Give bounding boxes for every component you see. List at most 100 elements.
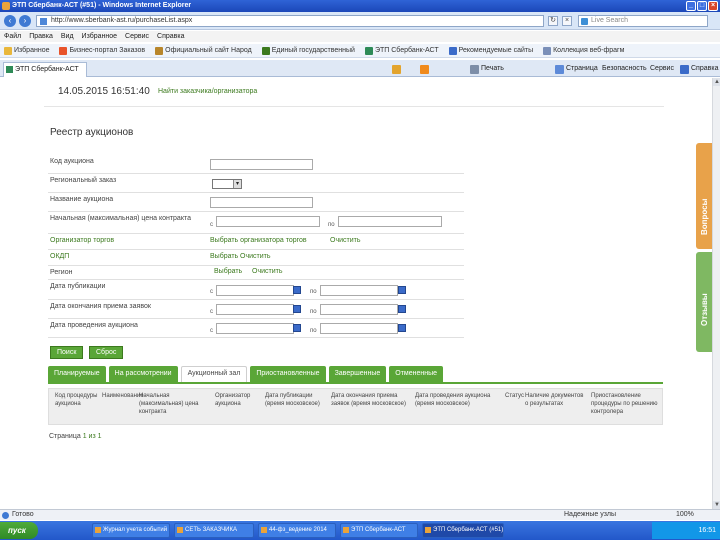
browser-tab[interactable]: ЭТП Сбербанк-АСТ (#51) bbox=[3, 62, 87, 86]
calendar-icon[interactable] bbox=[293, 305, 301, 313]
start-button[interactable]: пуск bbox=[0, 522, 38, 539]
close-button[interactable]: × bbox=[708, 1, 718, 11]
column-header[interactable]: Дата проведения аукциона (время московск… bbox=[415, 392, 503, 408]
stop-icon[interactable]: × bbox=[562, 16, 572, 26]
column-header[interactable]: Приостановление процедуры по решению кон… bbox=[591, 392, 661, 416]
auction-date-from-input[interactable] bbox=[216, 323, 294, 334]
menu-file[interactable]: Файл bbox=[4, 31, 21, 42]
end-date-from-input[interactable] bbox=[216, 304, 294, 315]
auction-date-to-input[interactable] bbox=[320, 323, 398, 334]
rss-button[interactable] bbox=[420, 63, 429, 75]
calendar-icon[interactable] bbox=[398, 286, 406, 294]
taskbar-item-active[interactable]: ЭТП Сбербанк-АСТ (#51) bbox=[422, 523, 504, 538]
pub-date-to-input[interactable] bbox=[320, 285, 398, 296]
calendar-icon[interactable] bbox=[293, 324, 301, 332]
menu-bar: Файл Правка Вид Избранное Сервис Справка bbox=[0, 31, 720, 42]
filter-label: Начальная (максимальная) цена контракта bbox=[50, 215, 191, 222]
tab-auction-hall[interactable]: Аукционный зал bbox=[180, 366, 248, 382]
tab-cancelled[interactable]: Отмененные bbox=[389, 366, 444, 382]
pager-current[interactable]: 1 bbox=[83, 433, 87, 440]
select-organizer-link[interactable]: Выбрать организатора торгов bbox=[210, 237, 307, 244]
calendar-icon[interactable] bbox=[398, 324, 406, 332]
taskbar-item[interactable]: СЕТЬ ЗАКАЗЧИКА bbox=[174, 523, 254, 538]
system-tray: 16:51 bbox=[652, 522, 720, 539]
search-button[interactable]: Поиск bbox=[50, 346, 84, 359]
column-header[interactable]: Статус bbox=[505, 392, 524, 400]
menu-edit[interactable]: Правка bbox=[29, 31, 53, 42]
status-bar: Готово Надежные узлы 100% bbox=[0, 509, 720, 520]
pager-label: Страница bbox=[49, 433, 81, 440]
tab-review[interactable]: На рассмотрении bbox=[108, 366, 178, 382]
clear-organizer-link[interactable]: Очистить bbox=[330, 237, 360, 244]
calendar-icon[interactable] bbox=[398, 305, 406, 313]
menu-view[interactable]: Вид bbox=[61, 31, 74, 42]
scroll-down-icon[interactable]: ▼ bbox=[713, 501, 720, 509]
pub-date-from-input[interactable] bbox=[216, 285, 294, 296]
region-select[interactable]: ▾ bbox=[212, 179, 242, 189]
end-date-to-input[interactable] bbox=[320, 304, 398, 315]
taskbar-item[interactable]: 44-фз_ведение 2014 bbox=[258, 523, 336, 538]
questions-side-tab[interactable]: Вопросы bbox=[696, 143, 712, 249]
header-link[interactable]: Найти заказчика/организатора bbox=[158, 88, 257, 95]
column-header[interactable]: Наименование bbox=[102, 392, 144, 400]
clear-region-link[interactable]: Очистить bbox=[252, 268, 282, 275]
help-menu-button[interactable]: Справка bbox=[680, 63, 718, 75]
status-tabs: Планируемые На рассмотрении Аукционный з… bbox=[48, 366, 444, 382]
price-to-input[interactable] bbox=[338, 216, 442, 227]
url-input[interactable]: http://www.sberbank-ast.ru/purchaseList.… bbox=[36, 15, 544, 27]
tab-completed[interactable]: Завершенные bbox=[328, 366, 387, 382]
taskbar-item[interactable]: ЭТП Сбербанк-АСТ bbox=[340, 523, 418, 538]
clear-okdp-link[interactable]: Очистить bbox=[240, 253, 270, 260]
code-input[interactable] bbox=[210, 159, 313, 170]
column-header[interactable]: Начальная (максимальная) цена контракта bbox=[139, 392, 209, 416]
bookmark-icon bbox=[448, 46, 457, 55]
tab-suspended[interactable]: Приостановленные bbox=[250, 366, 326, 382]
taskbar-item[interactable]: Журнал учета событий bbox=[92, 523, 170, 538]
vertical-scrollbar[interactable]: ▲ ▼ bbox=[712, 78, 720, 509]
favorites-item[interactable]: Коллекция веб-фрагм bbox=[543, 46, 624, 55]
feedback-side-tab[interactable]: Отзывы bbox=[696, 252, 712, 352]
security-menu-button[interactable]: Безопасность bbox=[602, 63, 647, 75]
chevron-down-icon: ▾ bbox=[233, 180, 241, 188]
search-input[interactable]: Live Search bbox=[578, 15, 708, 27]
favorites-item[interactable]: Бизнес-портал Заказов bbox=[59, 46, 145, 55]
tools-menu-button[interactable]: Сервис bbox=[650, 63, 674, 75]
forward-button[interactable]: › bbox=[19, 15, 31, 27]
calendar-icon[interactable] bbox=[293, 286, 301, 294]
column-header[interactable]: Организатор аукциона bbox=[215, 392, 261, 408]
favorites-item[interactable]: Избранное bbox=[4, 46, 49, 55]
favorites-item[interactable]: Единый государственный bbox=[261, 46, 355, 55]
refresh-icon[interactable]: ↻ bbox=[548, 16, 558, 26]
back-button[interactable]: ‹ bbox=[4, 15, 16, 27]
favorites-item[interactable]: Официальный сайт Народ bbox=[155, 46, 252, 55]
select-region-link[interactable]: Выбрать bbox=[214, 268, 242, 275]
minimize-button[interactable]: _ bbox=[686, 1, 696, 11]
tab-planned[interactable]: Планируемые bbox=[48, 366, 106, 382]
column-header[interactable]: Код процедуры аукциона bbox=[55, 392, 99, 408]
menu-tools[interactable]: Сервис bbox=[125, 31, 149, 42]
filter-row-code: Код аукциона bbox=[48, 155, 464, 174]
maximize-button[interactable]: □ bbox=[697, 1, 707, 11]
column-header[interactable]: Наличие документов о результатах bbox=[525, 392, 587, 408]
window-controls: _ □ × bbox=[686, 1, 718, 11]
home-button[interactable] bbox=[392, 63, 401, 75]
print-button[interactable]: Печать bbox=[470, 63, 504, 75]
scroll-up-icon[interactable]: ▲ bbox=[713, 78, 720, 86]
window-title-bar: ЭТП Сбербанк-АСТ (#51) - Windows Interne… bbox=[0, 0, 720, 12]
select-okdp-link[interactable]: Выбрать bbox=[210, 253, 238, 260]
clock[interactable]: 16:51 bbox=[698, 522, 716, 539]
menu-help[interactable]: Справка bbox=[157, 31, 184, 42]
zoom-level[interactable]: 100% bbox=[676, 510, 694, 520]
column-header[interactable]: Дата публикации (время московское) bbox=[265, 392, 327, 408]
favorites-item[interactable]: ЭТП Сбербанк-АСТ bbox=[364, 46, 439, 55]
page-menu-button[interactable]: Страница bbox=[555, 63, 598, 75]
favorites-item[interactable]: Рекомендуемые сайты bbox=[448, 46, 533, 55]
status-icon bbox=[2, 512, 9, 519]
security-zone: Надежные узлы bbox=[564, 511, 617, 518]
menu-favorites[interactable]: Избранное bbox=[82, 31, 117, 42]
reset-button[interactable]: Сброс bbox=[89, 346, 124, 359]
column-header[interactable]: Дата окончания приема заявок (время моск… bbox=[331, 392, 413, 408]
name-input[interactable] bbox=[210, 197, 313, 208]
price-from-input[interactable] bbox=[216, 216, 320, 227]
filter-row-price: Начальная (максимальная) цена контракта … bbox=[48, 212, 464, 234]
